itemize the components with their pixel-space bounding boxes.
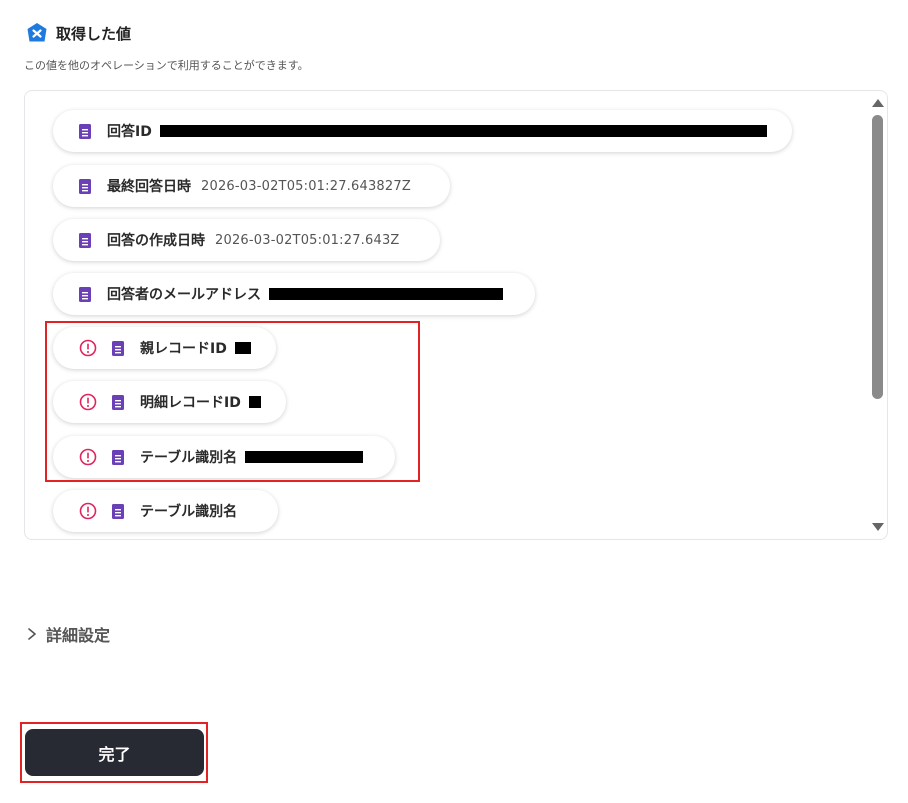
google-forms-icon xyxy=(79,123,91,139)
value-label: 最終回答日時 xyxy=(107,179,191,195)
value-label: 回答者のメールアドレス xyxy=(107,287,261,303)
redacted-value xyxy=(269,288,503,300)
google-forms-icon xyxy=(112,503,124,519)
section-description: この値を他のオペレーションで利用することができます。 xyxy=(24,59,309,72)
chevron-right-icon xyxy=(28,628,36,640)
google-forms-icon xyxy=(79,232,91,248)
value-label: 回答の作成日時 xyxy=(107,233,205,249)
retrieved-values-panel: 回答ID 最終回答日時 2026-03-02T05:01:27.643827Z … xyxy=(24,90,888,540)
value-label: テーブル識別名 xyxy=(140,504,238,520)
scroll-thumb[interactable] xyxy=(872,115,883,399)
value-chip-last-response-time[interactable]: 最終回答日時 2026-03-02T05:01:27.643827Z xyxy=(53,165,450,207)
yoom-logo-icon xyxy=(27,23,47,42)
value-text: 2026-03-02T05:01:27.643Z xyxy=(215,232,400,248)
google-forms-icon xyxy=(79,178,91,194)
value-label: テーブル識別名 xyxy=(140,450,238,466)
redacted-value xyxy=(159,125,767,137)
error-icon xyxy=(79,393,97,411)
redacted-value xyxy=(234,342,251,354)
done-button[interactable]: 完了 xyxy=(25,729,204,776)
value-chip-detail-record-id[interactable]: 明細レコードID xyxy=(53,381,286,423)
google-forms-icon xyxy=(112,340,124,356)
value-label: 親レコードID xyxy=(140,341,227,357)
value-chip-table-identifier[interactable]: テーブル識別名 xyxy=(53,436,395,478)
section-header: 取得した値 xyxy=(26,22,131,44)
redacted-value xyxy=(245,451,364,463)
value-chip-respondent-email[interactable]: 回答者のメールアドレス xyxy=(53,273,535,315)
scrollbar[interactable] xyxy=(869,91,887,539)
google-forms-icon xyxy=(112,394,124,410)
google-forms-icon xyxy=(112,449,124,465)
value-chip-created-time[interactable]: 回答の作成日時 2026-03-02T05:01:27.643Z xyxy=(53,219,440,261)
value-label: 明細レコードID xyxy=(140,395,241,411)
advanced-settings-toggle[interactable]: 詳細設定 xyxy=(26,622,110,646)
redacted-value xyxy=(248,396,261,408)
advanced-settings-label: 詳細設定 xyxy=(46,626,111,645)
error-icon xyxy=(79,339,97,357)
value-chip-table-identifier-2[interactable]: テーブル識別名 xyxy=(53,490,278,532)
value-label: 回答ID xyxy=(107,124,152,140)
value-chip-parent-record-id[interactable]: 親レコードID xyxy=(53,327,276,369)
scroll-down-arrow-icon[interactable] xyxy=(872,523,884,531)
scroll-up-arrow-icon[interactable] xyxy=(872,99,884,107)
section-title: 取得した値 xyxy=(56,24,132,43)
google-forms-icon xyxy=(79,286,91,302)
value-chip-response-id[interactable]: 回答ID xyxy=(53,110,792,152)
value-text: 2026-03-02T05:01:27.643827Z xyxy=(201,178,411,194)
error-icon xyxy=(79,502,97,520)
error-icon xyxy=(79,448,97,466)
